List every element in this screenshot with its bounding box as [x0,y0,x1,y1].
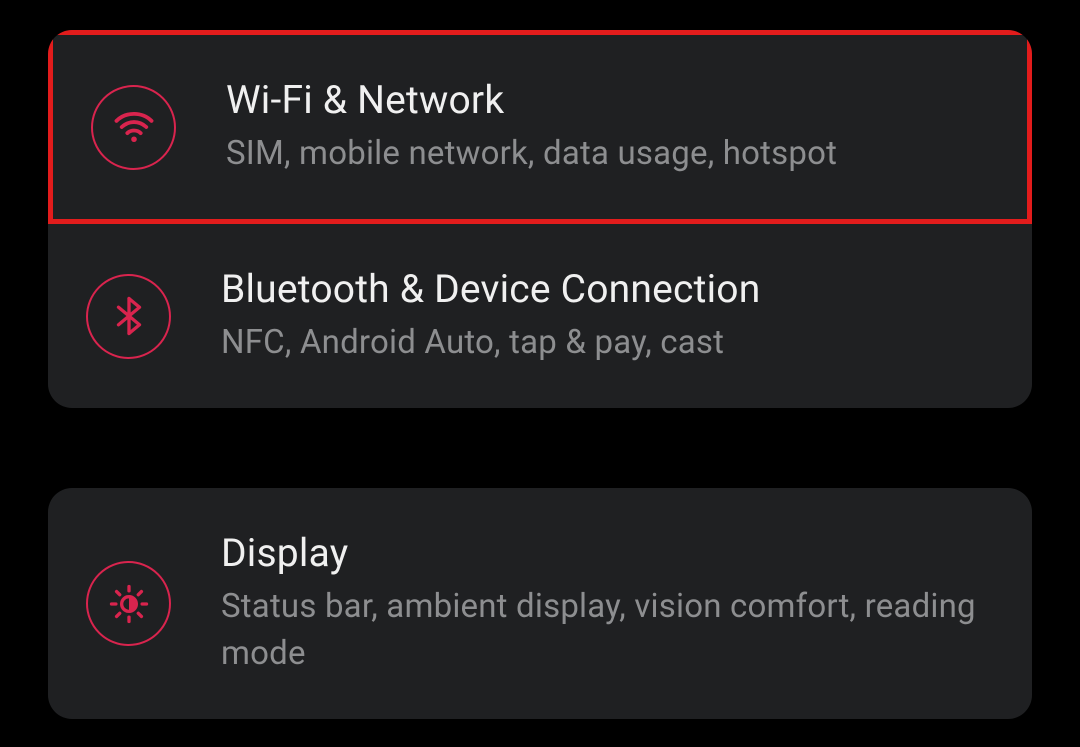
display-title: Display [221,530,994,576]
brightness-icon [108,583,150,625]
settings-card-2: Display Status bar, ambient display, vis… [48,488,1032,718]
settings-item-bluetooth-device[interactable]: Bluetooth & Device Connection NFC, Andro… [48,224,1032,408]
bluetooth-icon [108,295,150,337]
display-icon-circle [86,561,171,646]
bluetooth-icon-circle [86,274,171,359]
bluetooth-device-subtitle: NFC, Android Auto, tap & pay, cast [221,320,994,366]
bluetooth-device-text: Bluetooth & Device Connection NFC, Andro… [221,266,994,366]
wifi-icon-circle [91,85,176,170]
settings-item-display[interactable]: Display Status bar, ambient display, vis… [48,488,1032,718]
settings-card-1: Wi-Fi & Network SIM, mobile network, dat… [48,30,1032,408]
wifi-network-title: Wi-Fi & Network [226,77,989,123]
settings-item-wifi-network[interactable]: Wi-Fi & Network SIM, mobile network, dat… [48,30,1032,224]
wifi-network-subtitle: SIM, mobile network, data usage, hotspot [226,131,989,177]
wifi-network-text: Wi-Fi & Network SIM, mobile network, dat… [226,77,989,177]
display-text: Display Status bar, ambient display, vis… [221,530,994,676]
wifi-icon [113,106,155,148]
display-subtitle: Status bar, ambient display, vision comf… [221,584,994,676]
bluetooth-device-title: Bluetooth & Device Connection [221,266,994,312]
